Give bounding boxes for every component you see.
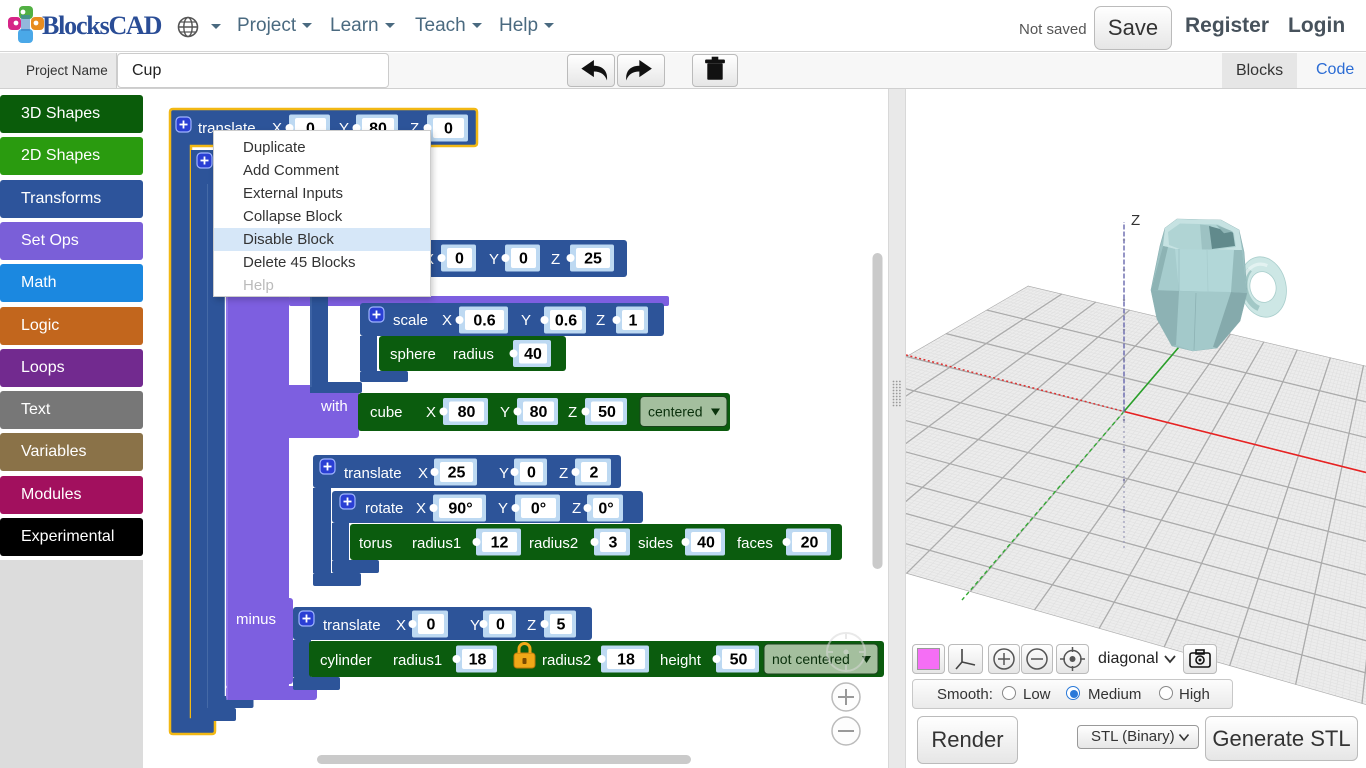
svg-text:cylinder: cylinder [320, 652, 372, 669]
svg-text:faces: faces [737, 535, 773, 552]
svg-text:radius2: radius2 [542, 652, 591, 669]
svg-text:Z: Z [551, 251, 560, 268]
svg-text:Z: Z [559, 465, 568, 482]
svg-text:torus: torus [359, 535, 392, 552]
svg-text:25: 25 [584, 251, 602, 268]
svg-text:18: 18 [469, 652, 487, 669]
svg-text:90°: 90° [448, 501, 472, 518]
svg-text:2: 2 [590, 465, 599, 482]
svg-text:cube: cube [370, 404, 403, 421]
svg-text:X: X [442, 312, 452, 329]
svg-text:0: 0 [527, 465, 536, 482]
svg-text:50: 50 [598, 404, 616, 421]
svg-text:translate: translate [344, 465, 402, 482]
svg-text:0: 0 [444, 121, 453, 138]
svg-text:0: 0 [427, 617, 436, 634]
svg-text:80: 80 [530, 404, 548, 421]
svg-text:centered: centered [648, 404, 702, 420]
svg-text:Z: Z [596, 312, 605, 329]
svg-text:3: 3 [609, 535, 618, 552]
svg-text:80: 80 [458, 404, 476, 421]
svg-text:Z: Z [572, 500, 581, 517]
svg-text:0: 0 [519, 251, 528, 268]
svg-text:20: 20 [801, 535, 819, 552]
svg-text:Y: Y [498, 500, 508, 517]
svg-text:translate: translate [323, 617, 381, 634]
svg-text:minus: minus [236, 611, 276, 628]
svg-text:0.6: 0.6 [555, 313, 577, 330]
svg-text:Y: Y [470, 617, 480, 634]
svg-text:X: X [416, 500, 426, 517]
svg-text:height: height [660, 652, 702, 669]
svg-text:0.6: 0.6 [473, 313, 495, 330]
svg-text:5: 5 [557, 617, 566, 634]
svg-text:0: 0 [455, 251, 464, 268]
svg-text:radius: radius [453, 346, 494, 363]
svg-text:0: 0 [496, 617, 505, 634]
svg-text:Y: Y [499, 465, 509, 482]
svg-text:Y: Y [500, 404, 510, 421]
svg-text:with: with [320, 398, 348, 415]
svg-text:Z: Z [1131, 212, 1140, 229]
svg-text:X: X [396, 617, 406, 634]
svg-text:0°: 0° [598, 501, 613, 518]
svg-text:40: 40 [697, 535, 715, 552]
svg-text:radius1: radius1 [393, 652, 442, 669]
svg-text:1: 1 [629, 313, 638, 330]
svg-text:40: 40 [524, 346, 542, 363]
svg-text:X: X [426, 404, 436, 421]
svg-text:X: X [418, 465, 428, 482]
svg-text:25: 25 [448, 465, 466, 482]
svg-text:sphere: sphere [390, 346, 436, 363]
svg-text:0°: 0° [531, 501, 546, 518]
svg-text:sides: sides [638, 535, 673, 552]
svg-text:50: 50 [730, 652, 748, 669]
svg-text:radius1: radius1 [412, 535, 461, 552]
svg-text:not centered: not centered [772, 651, 850, 667]
svg-text:Z: Z [527, 617, 536, 634]
svg-text:radius2: radius2 [529, 535, 578, 552]
svg-text:Z: Z [568, 404, 577, 421]
svg-text:12: 12 [491, 535, 509, 552]
svg-text:scale: scale [393, 312, 428, 329]
svg-text:Y: Y [521, 312, 531, 329]
svg-text:rotate: rotate [365, 500, 403, 517]
svg-text:18: 18 [617, 652, 635, 669]
svg-text:Y: Y [489, 251, 499, 268]
